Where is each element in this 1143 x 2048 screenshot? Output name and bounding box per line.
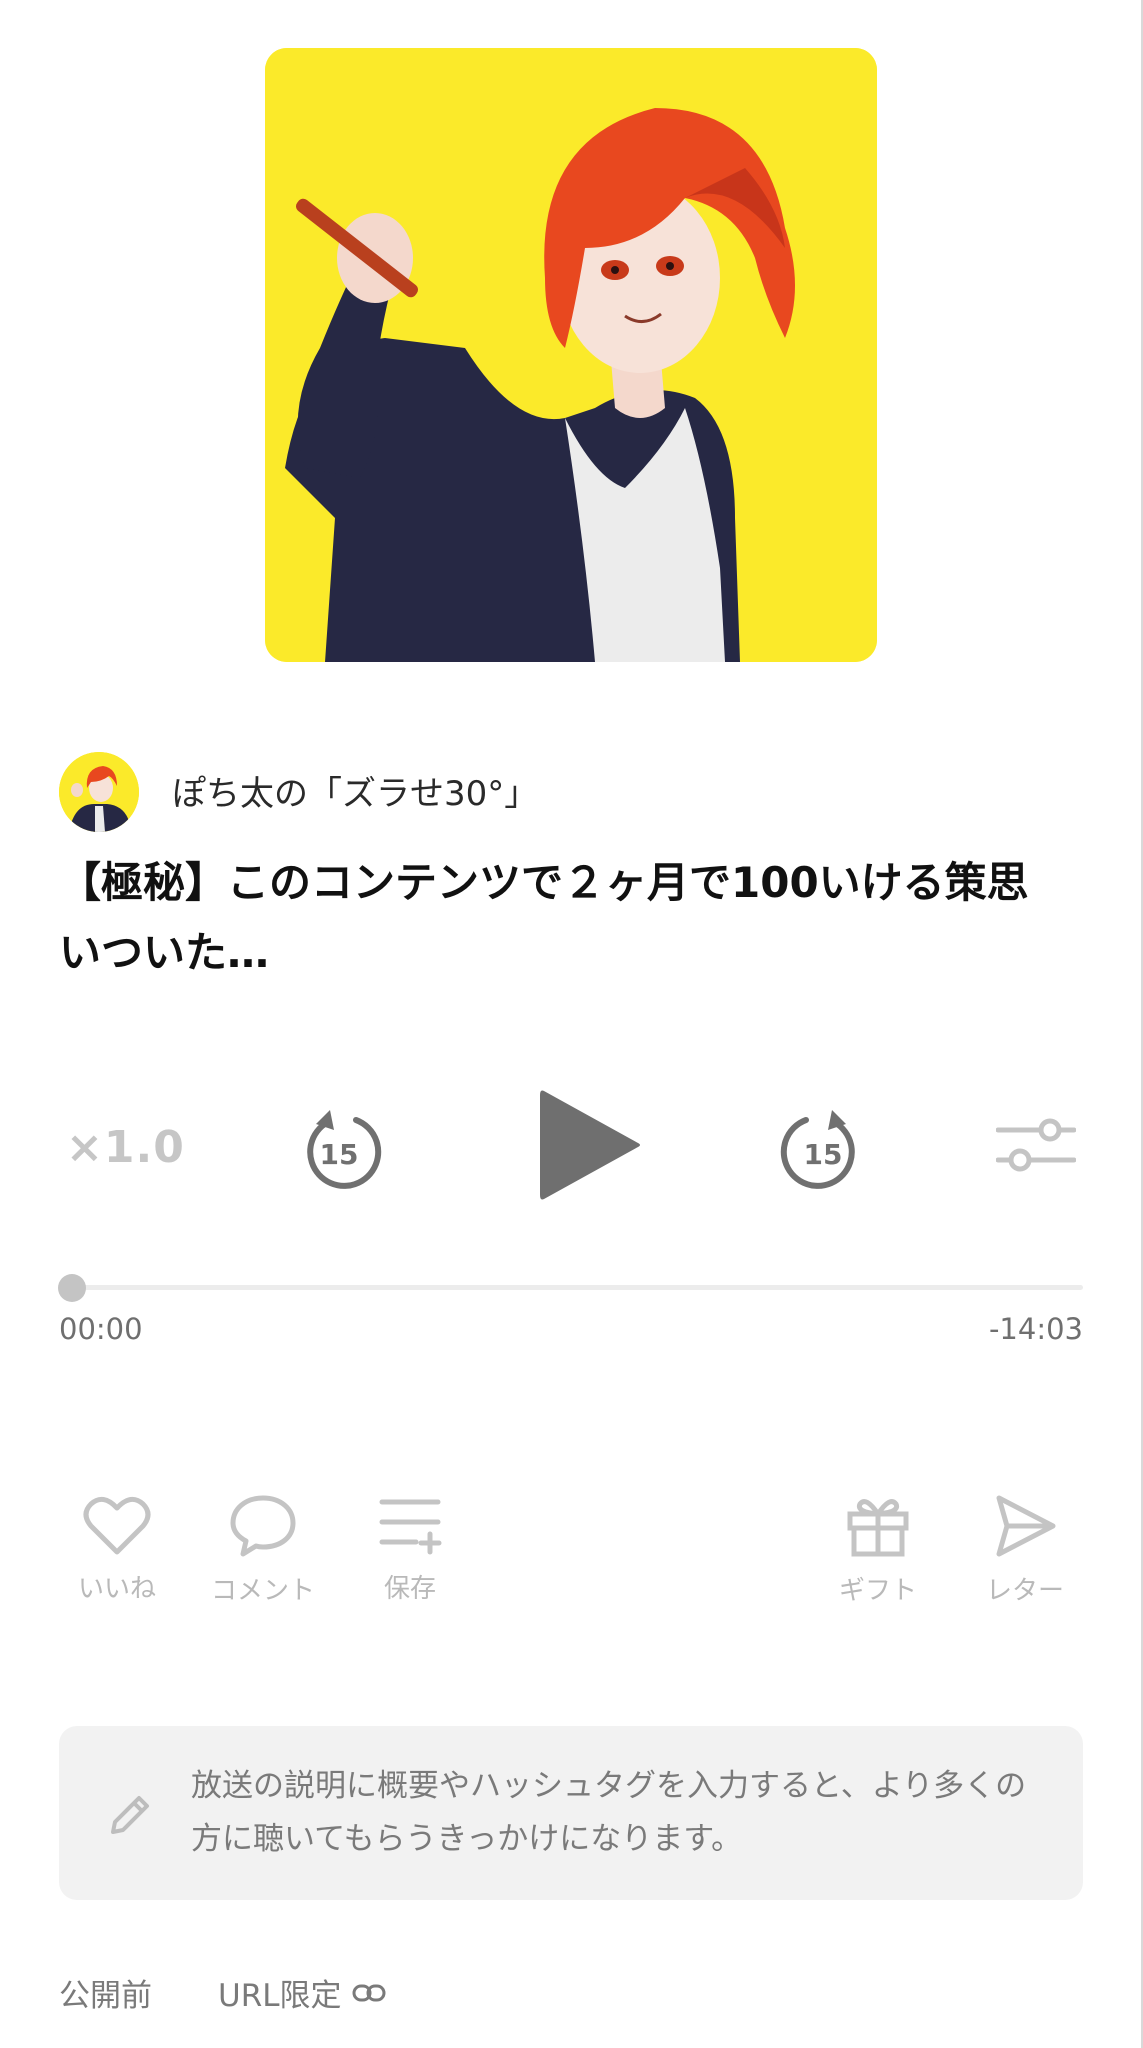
play-button[interactable]: [534, 1085, 644, 1205]
description-placeholder: 放送の説明に概要やハッシュタグを入力すると、より多くの方に聴いてもらうきっかけに…: [191, 1768, 1027, 1857]
save-button[interactable]: 保存: [335, 1494, 485, 1605]
rewind-15-icon: 15: [307, 1110, 382, 1189]
save-label: 保存: [383, 1574, 436, 1604]
progress-track[interactable]: [59, 1285, 1083, 1290]
skip-forward-15-button[interactable]: 15: [780, 1100, 866, 1192]
letter-label: レター: [985, 1576, 1064, 1606]
remaining-time: -14:03: [988, 1312, 1083, 1346]
skip-back-15-button[interactable]: 15: [296, 1100, 382, 1192]
cover-illustration: [265, 48, 877, 662]
avatar-illustration: [59, 752, 139, 832]
gift-label: ギフト: [838, 1576, 917, 1606]
comment-button[interactable]: コメント: [188, 1494, 338, 1607]
link-icon: [352, 1984, 386, 2001]
skip-forward-label: 15: [804, 1138, 843, 1171]
episode-title: 【極秘】このコンテンツで２ヶ月で100いける策思いついた…: [59, 858, 1029, 977]
playback-speed-button[interactable]: ×1.0: [66, 1122, 185, 1173]
letter-button[interactable]: レター: [950, 1494, 1100, 1607]
progress-thumb[interactable]: [58, 1274, 86, 1302]
forward-15-icon: 15: [780, 1110, 855, 1189]
send-icon: [996, 1495, 1056, 1557]
speech-bubble-icon: [230, 1495, 296, 1557]
description-edit-box[interactable]: 放送の説明に概要やハッシュタグを入力すると、より多くの方に聴いてもらうきっかけに…: [59, 1726, 1083, 1900]
like-label: いいね: [77, 1574, 156, 1604]
current-time: 00:00: [59, 1312, 143, 1346]
skip-back-label: 15: [320, 1138, 359, 1171]
publish-status: 公開前: [59, 1978, 152, 2014]
audio-settings-button[interactable]: [995, 1114, 1077, 1176]
comment-label: コメント: [210, 1576, 315, 1606]
playlist-add-icon: [379, 1499, 442, 1555]
gift-icon: [847, 1499, 909, 1557]
channel-avatar[interactable]: [59, 752, 139, 832]
like-button[interactable]: いいね: [42, 1494, 192, 1605]
visibility-label: URL限定: [218, 1978, 342, 2014]
pencil-icon: [111, 1796, 149, 1834]
cover-art: [265, 48, 877, 662]
heart-icon: [83, 1496, 151, 1555]
visibility-setting[interactable]: URL限定: [218, 1970, 386, 2015]
play-icon: [540, 1090, 640, 1200]
sliders-icon: [995, 1118, 1077, 1172]
channel-name[interactable]: ぽち太の「ズラせ30°」: [172, 766, 538, 815]
gift-button[interactable]: ギフト: [803, 1494, 953, 1607]
